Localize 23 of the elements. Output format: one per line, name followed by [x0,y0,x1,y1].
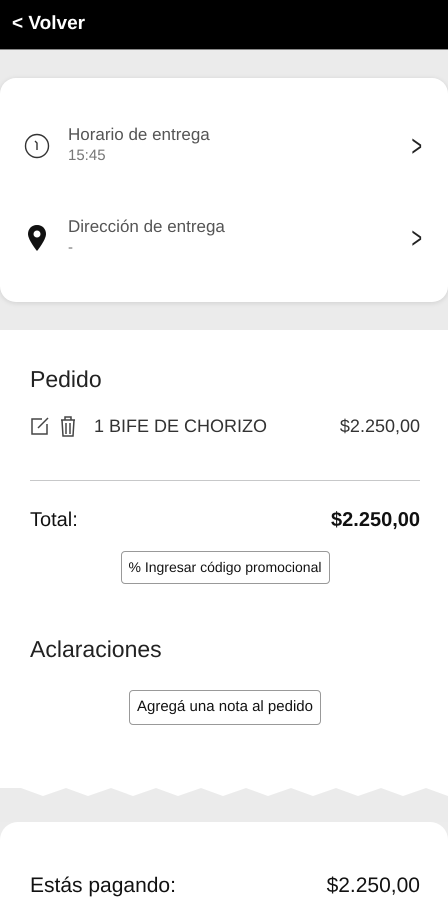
row-label: Horario de entrega [68,124,210,145]
item-name: 1 BIFE DE CHORIZO [94,414,268,438]
total-label: Total: [30,508,78,532]
total-amount: $2.250,00 [331,508,420,532]
row-value: 15:45 [68,146,106,166]
row-value: - [68,238,73,258]
location-pin-icon [26,224,48,252]
section-title: Pedido [30,365,103,394]
delivery-row[interactable]: Horario de entrega 15:45 > [22,100,426,192]
section-title: Aclaraciones [30,634,163,664]
payment-label: Estás pagando: [30,873,176,899]
payment-amount: $2.250,00 [326,873,420,899]
item-price: $2.250,00 [340,414,420,438]
add-note-button[interactable]: Agregá una nota al pedido [129,690,321,724]
row-label: Dirección de entrega [68,216,225,237]
chevron-icon: > [412,216,422,260]
edit-icon[interactable] [30,416,50,436]
chevron-icon: > [412,124,422,168]
promo-code-button[interactable]: % Ingresar código promocional [120,550,330,584]
back-link[interactable]: < Volver [12,10,86,39]
delivery-row[interactable]: Dirección de entrega - > [22,192,426,284]
trash-icon[interactable] [58,415,78,437]
clock-icon [24,133,50,159]
